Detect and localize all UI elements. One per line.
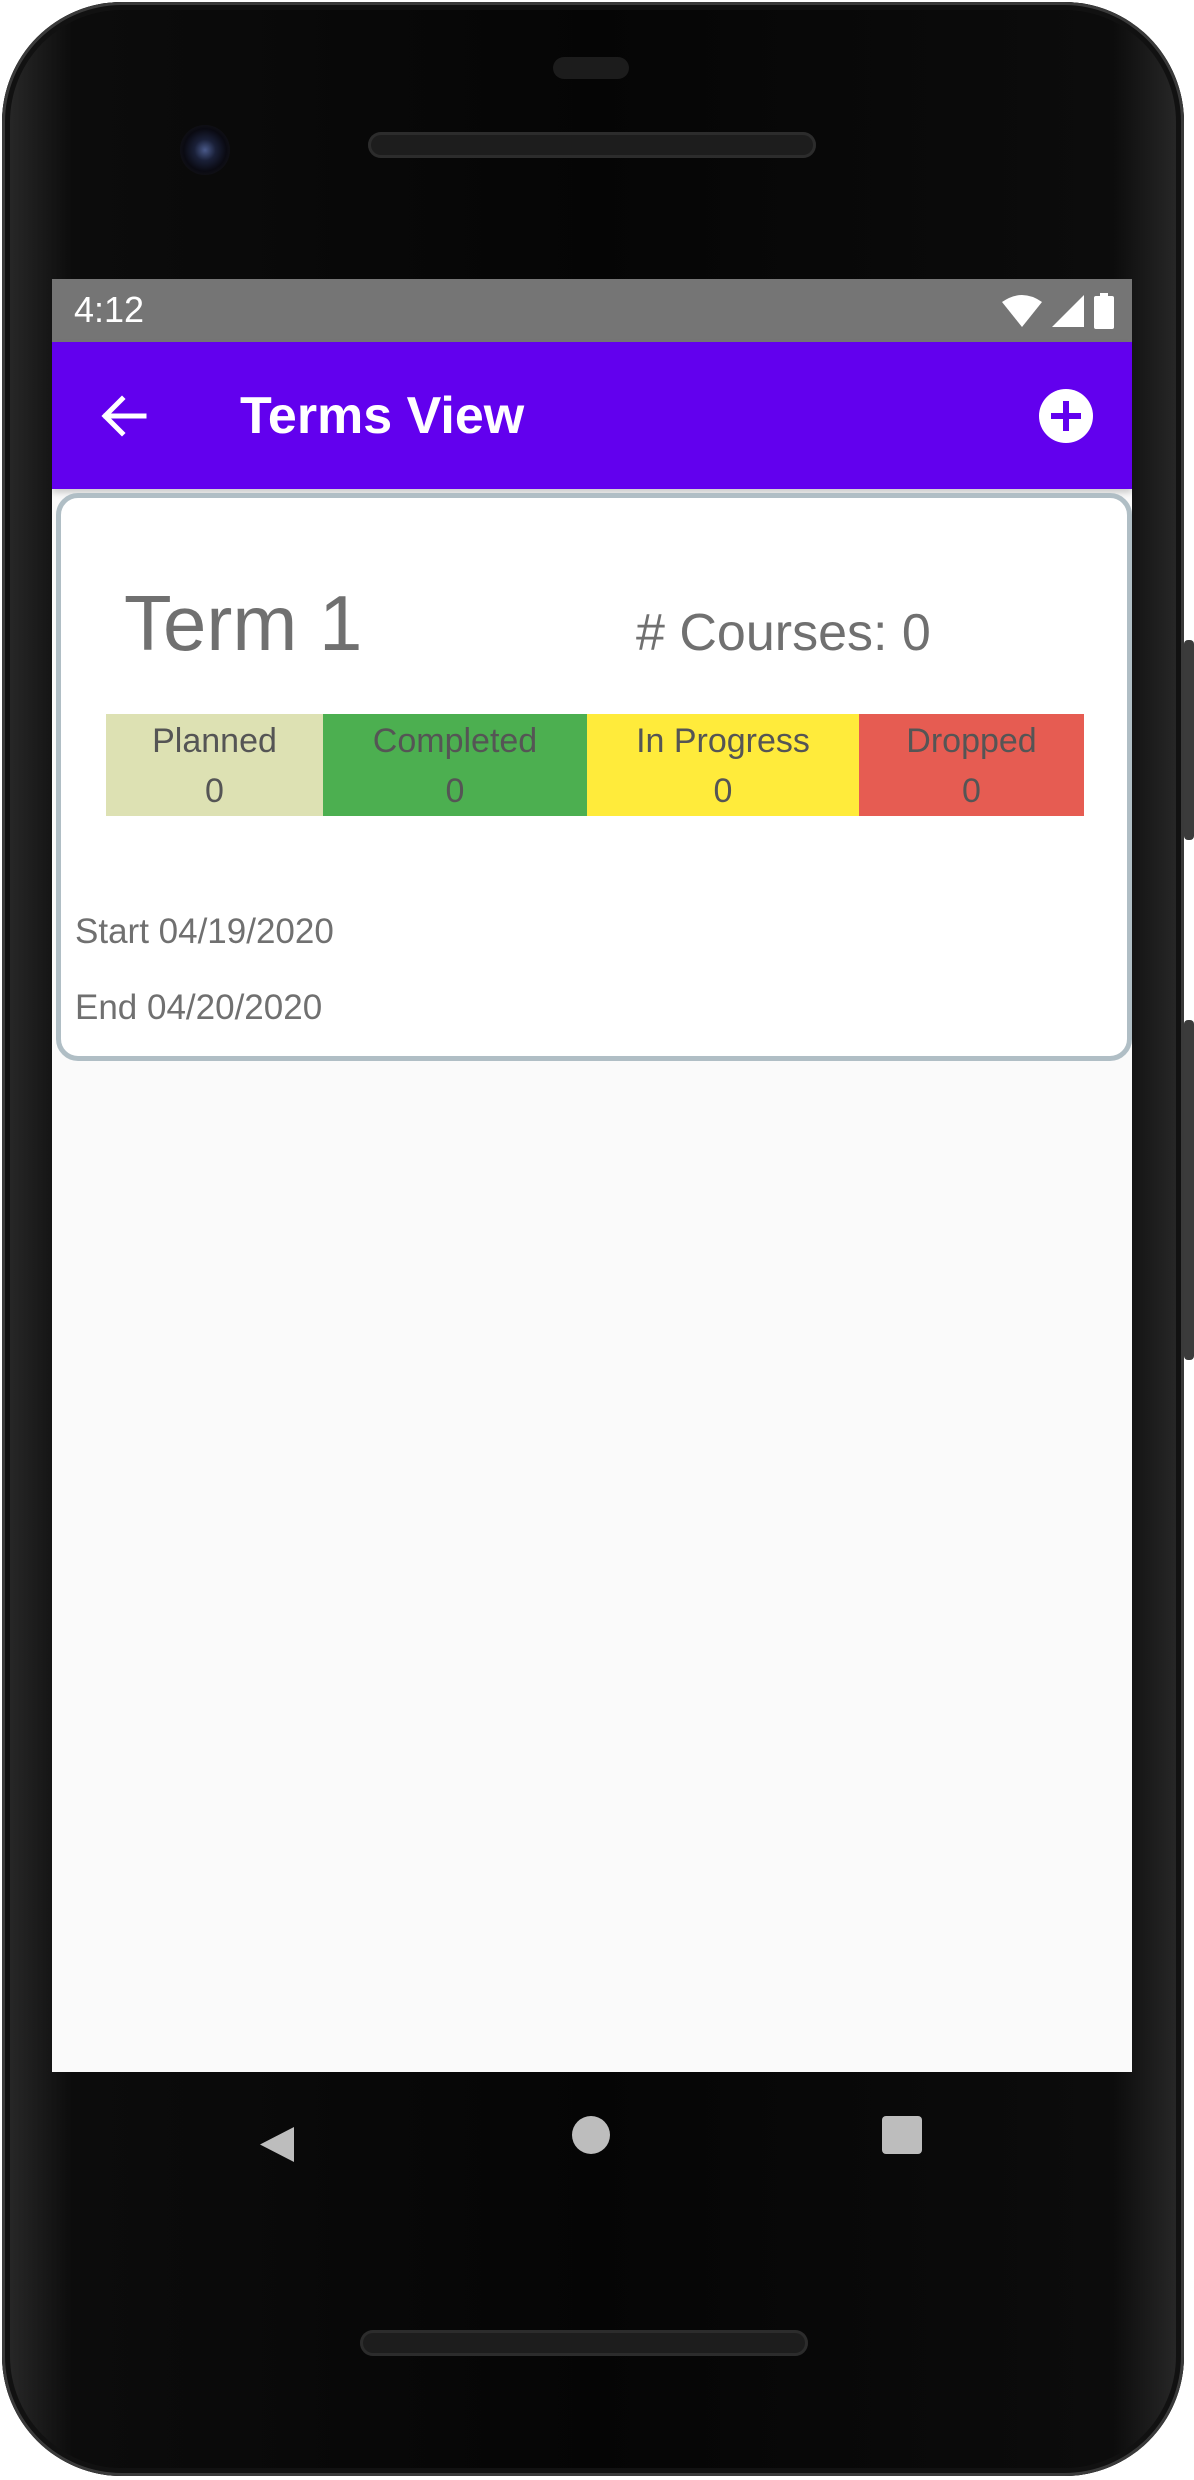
end-date: End 04/20/2020 bbox=[75, 988, 323, 1027]
status-time: 4:12 bbox=[74, 289, 145, 330]
device-frame: 4:12 Terms View Term 1 # Courses: 0 Plan… bbox=[0, 0, 1194, 2480]
status-planned: Planned 0 bbox=[106, 714, 323, 816]
arrow-back-icon[interactable] bbox=[94, 386, 154, 446]
front-camera-icon bbox=[180, 125, 230, 175]
nav-home-icon[interactable] bbox=[572, 2116, 610, 2154]
status-bar: 4:12 bbox=[52, 279, 1132, 342]
start-date: Start 04/19/2020 bbox=[75, 912, 334, 951]
course-status-summary: Planned 0 Completed 0 In Progress 0 Drop… bbox=[106, 714, 1084, 816]
power-button bbox=[1184, 1020, 1194, 1360]
add-circle-icon[interactable] bbox=[1036, 386, 1096, 446]
status-dropped: Dropped 0 bbox=[859, 714, 1084, 816]
page-title: Terms View bbox=[240, 387, 525, 445]
status-count: 0 bbox=[205, 772, 224, 810]
term-card[interactable]: Term 1 # Courses: 0 Planned 0 Completed … bbox=[56, 493, 1132, 1061]
status-in-progress: In Progress 0 bbox=[587, 714, 859, 816]
status-label: Planned bbox=[152, 722, 277, 760]
status-count: 0 bbox=[713, 772, 733, 810]
status-count: 0 bbox=[445, 772, 465, 810]
term-title: Term 1 bbox=[124, 579, 363, 667]
top-speaker bbox=[368, 132, 816, 158]
volume-button bbox=[1184, 640, 1194, 840]
app-bar: Terms View bbox=[52, 342, 1132, 489]
battery-icon bbox=[1094, 293, 1114, 329]
status-count: 0 bbox=[962, 772, 981, 810]
nav-back-icon[interactable] bbox=[260, 2127, 294, 2162]
bottom-speaker bbox=[360, 2330, 808, 2356]
status-label: Completed bbox=[372, 722, 538, 760]
wifi-icon bbox=[1002, 295, 1042, 327]
proximity-sensor bbox=[553, 57, 629, 79]
status-label: Dropped bbox=[906, 722, 1037, 760]
screen: 4:12 Terms View Term 1 # Courses: 0 Plan… bbox=[52, 279, 1132, 2072]
cellular-signal-icon bbox=[1052, 295, 1084, 327]
status-completed: Completed 0 bbox=[323, 714, 587, 816]
status-icons bbox=[1002, 291, 1114, 331]
nav-recents-icon[interactable] bbox=[882, 2116, 922, 2154]
system-nav-bar bbox=[260, 2116, 922, 2162]
courses-count: # Courses: 0 bbox=[636, 604, 931, 662]
status-label: In Progress bbox=[636, 722, 810, 760]
